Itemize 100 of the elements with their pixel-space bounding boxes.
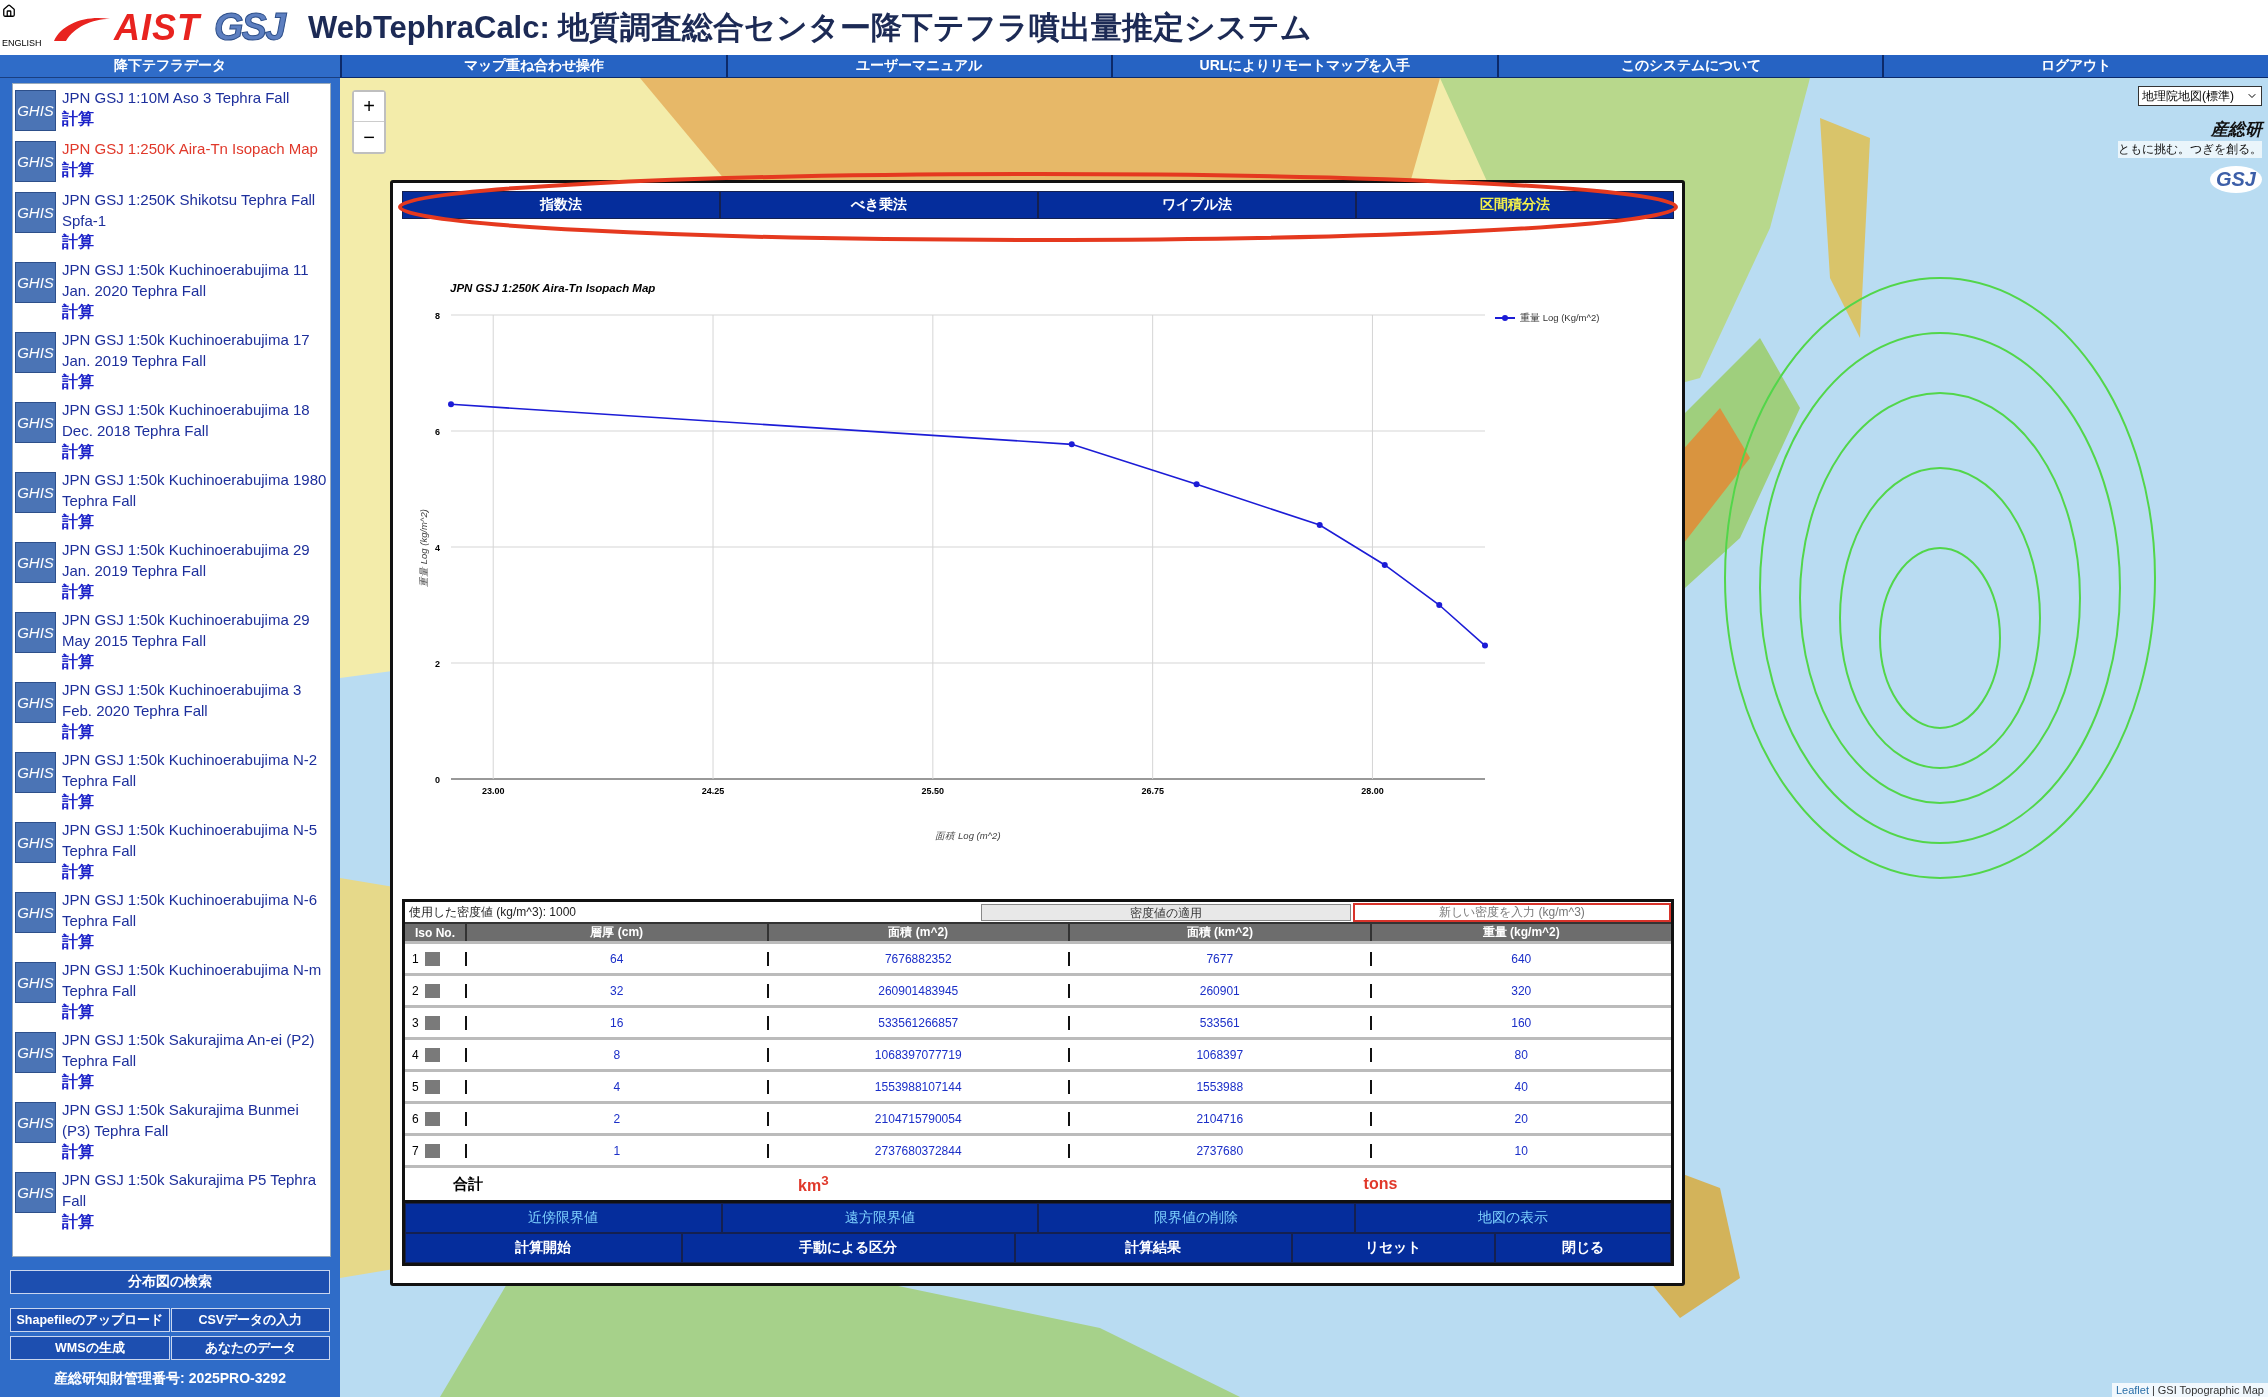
sidebar-button[interactable]: CSVデータの入力 [170,1308,330,1332]
nav-item[interactable]: このシステムについて [1496,55,1883,78]
calculate-link[interactable]: 計算 [62,231,94,252]
method-tab[interactable]: ワイブル法 [1038,191,1356,219]
sidebar-button[interactable]: WMSの生成 [10,1336,170,1360]
method-tab[interactable]: べき乗法 [720,191,1038,219]
limit-button[interactable]: 近傍限界値 [405,1203,722,1233]
calculate-link[interactable]: 計算 [62,1141,94,1162]
column-header: Iso No. [414,924,456,941]
language-link[interactable]: ENGLISH [2,38,42,48]
limit-button[interactable]: 遠方限界値 [721,1203,1038,1233]
iso-number: 1 [412,951,419,966]
dataset-link[interactable]: JPN GSJ 1:50k Sakurajima An-ei (P2) Tephra Fall [62,1029,330,1071]
y-tick-label: 8 [435,311,440,321]
data-point [448,401,454,408]
calculate-link[interactable]: 計算 [62,441,94,462]
zoom-in-button[interactable]: + [354,92,384,122]
calculate-link[interactable]: 計算 [62,651,94,672]
swatch-icon [424,1111,440,1126]
table-cell: 40 [1369,1079,1671,1094]
dataset-link[interactable]: JPN GSJ 1:50k Kuchinoerabujima N-6 Tephra Fall [62,889,330,931]
density-input[interactable]: 新しい密度を入力 (kg/m^3) [1353,902,1671,922]
data-point [1193,481,1200,488]
method-tab[interactable]: 指数法 [402,191,720,219]
table-cell: 1068397 [1068,1047,1370,1062]
y-tick-label: 2 [435,659,440,669]
calculate-link[interactable]: 計算 [62,791,94,812]
dataset-link[interactable]: JPN GSJ 1:50k Kuchinoerabujima N-2 Tephra Fall [62,749,330,791]
swatch-icon [424,1079,440,1094]
y-tick-label: 4 [435,543,440,553]
data-point [1381,562,1388,568]
calculate-link[interactable]: 計算 [62,159,94,180]
dataset-badge: GHIS [15,402,56,443]
limit-button[interactable]: 限界値の削除 [1038,1203,1355,1233]
dataset-badge: GHIS [15,192,56,233]
apply-density-button[interactable]: 密度値の適用 [981,903,1351,921]
limit-button[interactable]: 地図の表示 [1354,1203,1671,1233]
table-cell: 2737680372844 [766,1143,1068,1158]
table-cell: 4 [465,1079,767,1094]
action-button[interactable]: 計算開始 [405,1233,682,1263]
swatch-icon [424,1047,440,1062]
home-icon[interactable] [2,4,16,18]
table-cell: 7676882352 [766,951,1068,966]
action-button[interactable]: 計算結果 [1014,1233,1292,1263]
calculate-link[interactable]: 計算 [62,301,94,322]
calculate-link[interactable]: 計算 [62,581,94,602]
x-tick-label: 23.00 [481,786,505,796]
calculate-link[interactable]: 計算 [62,511,94,532]
search-button[interactable]: 分布図の検索 [10,1270,330,1294]
table-cell: 260901483945 [766,983,1068,998]
attribution-separator: | [2151,1384,2155,1396]
calculate-link[interactable]: 計算 [62,1001,94,1022]
dataset-link[interactable]: JPN GSJ 1:50k Sakurajima Bunmei (P3) Tephra Fall [62,1099,330,1141]
table-cell: 2104716 [1068,1111,1370,1126]
calculate-link[interactable]: 計算 [62,108,94,129]
density-label: 使用した密度値 (kg/m^3): 1000 [408,903,577,921]
dataset-link[interactable]: JPN GSJ 1:250K Aira-Tn Isopach Map [62,138,318,159]
nav-item[interactable]: URLによりリモートマップを入手 [1111,55,1497,78]
dataset-badge: GHIS [15,892,56,933]
layer-select[interactable]: 地理院地図(標準) [2138,86,2262,106]
sidebar-button[interactable]: Shapefileのアップロード [10,1308,170,1332]
calculate-link[interactable]: 計算 [62,1071,94,1092]
action-button[interactable]: リセット [1291,1233,1496,1263]
dataset-link[interactable]: JPN GSJ 1:50k Sakurajima P5 Tephra Fall [62,1169,330,1211]
dataset-badge: GHIS [15,612,56,653]
table-cell: 8 [465,1047,767,1062]
dataset-link[interactable]: JPN GSJ 1:50k Kuchinoerabujima N-m Tephra Fall [62,959,330,1001]
dataset-link[interactable]: JPN GSJ 1:50k Kuchinoerabujima 29 May 2015 Tephra Fall [62,609,330,651]
dataset-link[interactable]: JPN GSJ 1:50k Kuchinoerabujima 18 Dec. 2018 Tephra Fall [62,399,330,441]
calculate-link[interactable]: 計算 [62,931,94,952]
sidebar-button[interactable]: あなたのデータ [170,1336,330,1360]
nav-item[interactable]: ユーザーマニュアル [725,55,1112,78]
y-tick-label: 6 [435,427,440,437]
x-tick-label: 28.00 [1361,786,1384,796]
dataset-link[interactable]: JPN GSJ 1:50k Kuchinoerabujima 17 Jan. 2019 Tephra Fall [62,329,330,371]
dataset-link[interactable]: JPN GSJ 1:10M Aso 3 Tephra Fall [62,87,290,108]
calculate-link[interactable]: 計算 [62,861,94,882]
nav-item[interactable]: ログアウト [1882,55,2268,78]
action-button[interactable]: 閉じる [1495,1233,1671,1263]
dataset-badge: GHIS [15,90,56,131]
calculate-link[interactable]: 計算 [62,371,94,392]
dataset-link[interactable]: JPN GSJ 1:50k Kuchinoerabujima 11 Jan. 2020 Tephra Fall [62,259,330,301]
iso-number: 2 [412,983,419,998]
calculate-link[interactable]: 計算 [62,721,94,742]
dataset-badge: GHIS [15,262,56,303]
dataset-link[interactable]: JPN GSJ 1:250K Shikotsu Tephra Fall Spfa-1 [62,189,330,231]
dataset-link[interactable]: JPN GSJ 1:50k Kuchinoerabujima 29 Jan. 2019 Tephra Fall [62,539,330,581]
action-button[interactable]: 手動による区分 [681,1233,1015,1263]
total-volume: km$^{3}$ [798,1172,829,1196]
dataset-link[interactable]: JPN GSJ 1:50k Kuchinoerabujima 1980 Tephra Fall [62,469,330,511]
calculate-link[interactable]: 計算 [62,1211,94,1232]
swatch-icon [424,983,440,998]
data-point [1436,602,1443,608]
leaflet-link[interactable]: Leaflet [2115,1384,2149,1396]
x-tick-label: 25.50 [921,786,945,796]
nav-item[interactable]: マップ重ね合わせ操作 [340,55,726,78]
dataset-link[interactable]: JPN GSJ 1:50k Kuchinoerabujima 3 Feb. 2020 Tephra Fall [62,679,330,721]
method-tab[interactable]: 区間積分法 [1356,191,1674,219]
dataset-link[interactable]: JPN GSJ 1:50k Kuchinoerabujima N-5 Tephra Fall [62,819,330,861]
attribution-text: GSI Topographic Map [2157,1384,2264,1396]
